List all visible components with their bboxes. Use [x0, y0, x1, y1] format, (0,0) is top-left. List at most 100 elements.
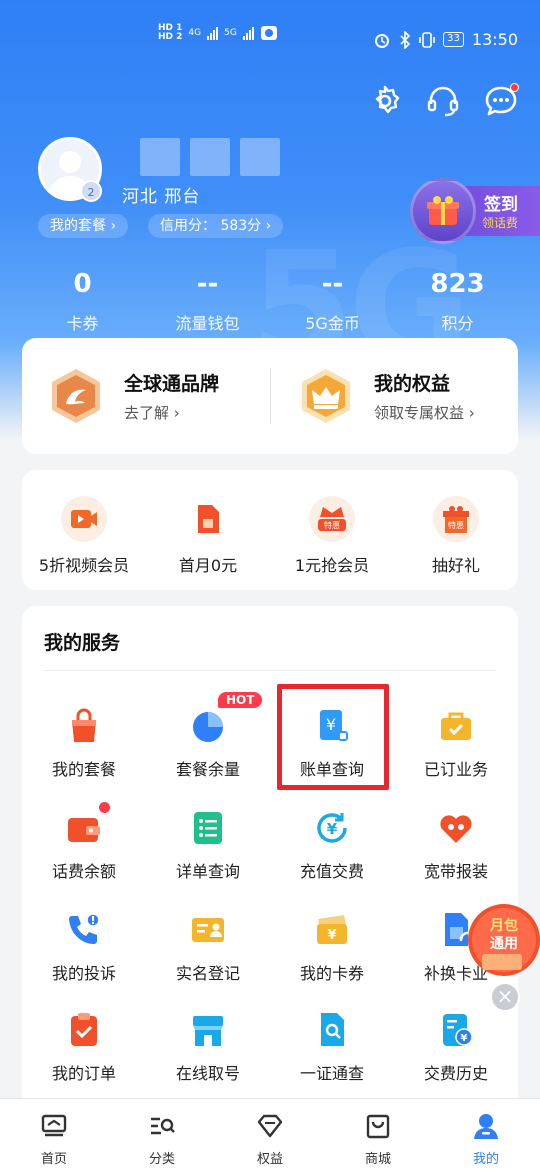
service-detail-query[interactable]: 详单查询	[146, 808, 270, 882]
promo-lucky-draw[interactable]: 特惠 抽好礼	[394, 496, 518, 576]
service-label: 详单查询	[175, 862, 240, 881]
shopping-bag-icon	[366, 1114, 390, 1139]
net1-label: 4G	[188, 28, 202, 38]
id-card-icon	[188, 910, 228, 950]
alarm-icon	[375, 33, 390, 48]
checkin-button[interactable]: 签到 领话费	[410, 178, 540, 244]
close-float-button[interactable]: ×	[490, 982, 520, 1012]
service-subscribed[interactable]: 已订业务	[394, 706, 518, 780]
stat-value: --	[321, 269, 344, 299]
service-label: 交费历史	[423, 1064, 488, 1083]
stat-label: 卡券	[66, 314, 99, 333]
service-my-orders[interactable]: 我的订单	[22, 1010, 146, 1084]
crown-hex-icon	[302, 369, 350, 423]
coupon-icon: ¥	[312, 910, 352, 950]
tab-rights[interactable]: 权益	[216, 1099, 324, 1170]
promo-label: 首月0元	[178, 556, 238, 575]
service-label: 宽带报装	[423, 862, 488, 881]
tab-category[interactable]: 分类	[108, 1099, 216, 1170]
home-icon	[41, 1114, 67, 1137]
my-rights-title: 我的权益	[374, 373, 451, 395]
signal-indicators: HD 1 HD 2 4G 5G	[158, 24, 278, 42]
promo-label: 抽好礼	[431, 556, 480, 575]
user-name-masked	[140, 138, 280, 180]
service-online-queue[interactable]: 在线取号	[146, 1010, 270, 1084]
clipboard-check-icon	[64, 1010, 104, 1050]
hot-badge: HOT	[218, 692, 263, 708]
service-balance[interactable]: 话费余额	[22, 802, 146, 882]
stat-5g-coins[interactable]: -- 5G金币	[270, 266, 395, 334]
diamond-icon	[257, 1114, 283, 1138]
crown-sale-icon: 特惠	[309, 496, 355, 542]
net2-label: 5G	[224, 28, 237, 38]
service-complaint[interactable]: 我的投诉	[22, 910, 146, 984]
divider	[270, 368, 271, 424]
service-recharge[interactable]: ¥ 充值交费	[270, 808, 394, 882]
customer-service-button[interactable]	[426, 84, 460, 118]
service-label: 套餐余量	[175, 760, 240, 779]
settings-button[interactable]	[368, 84, 402, 118]
member-level-badge: 2	[80, 180, 102, 202]
pie-chart-icon	[188, 706, 228, 746]
signal-bars-icon	[242, 26, 254, 40]
svg-text:¥: ¥	[461, 1033, 468, 1044]
promo-card: 5折视频会员 首月0元 特惠 1元抢会员 特惠 抽好礼	[22, 470, 518, 590]
section-title: 我的服务	[44, 632, 121, 654]
tab-label: 首页	[40, 1152, 67, 1167]
my-package-pill[interactable]: 我的套餐 ›	[38, 214, 129, 238]
my-rights-entry[interactable]: 我的权益 领取专属权益 ›	[296, 366, 475, 426]
account-stats: 0 卡券 -- 流量钱包 -- 5G金币 823 积分	[0, 266, 540, 334]
header-actions	[368, 83, 519, 118]
service-label: 我的订单	[51, 1064, 116, 1083]
wallet-icon	[64, 802, 110, 848]
service-label: 实名登记	[175, 964, 240, 983]
service-package-balance[interactable]: 套餐余量	[146, 706, 270, 780]
tab-mine[interactable]: 我的	[432, 1099, 540, 1170]
messages-button[interactable]	[484, 83, 519, 118]
divider	[44, 670, 496, 671]
headset-icon	[427, 86, 459, 117]
service-label: 话费余额	[51, 862, 116, 881]
tab-home[interactable]: 首页	[0, 1099, 108, 1170]
document-search-icon	[312, 1010, 352, 1050]
signal-bars-icon	[207, 26, 219, 40]
stat-data-wallet[interactable]: -- 流量钱包	[145, 266, 270, 334]
tab-label: 商城	[364, 1152, 391, 1167]
category-search-icon	[151, 1117, 175, 1135]
bluetooth-icon	[400, 30, 411, 49]
stat-coupons[interactable]: 0 卡券	[20, 266, 145, 334]
service-label: 我的卡券	[299, 964, 364, 983]
service-broadband[interactable]: 宽带报装	[394, 808, 518, 882]
tab-mall[interactable]: 商城	[324, 1099, 432, 1170]
service-payment-history[interactable]: ¥ 交费历史	[394, 1010, 518, 1084]
brand-card: 全球通品牌 去了解 › 我的权益 领取专属权益 ›	[22, 338, 518, 454]
service-my-coupons[interactable]: ¥ 我的卡券	[270, 910, 394, 984]
list-icon	[188, 808, 228, 848]
service-label: 已订业务	[423, 760, 488, 779]
my-rights-subtitle: 领取专属权益 ›	[374, 404, 475, 422]
global-brand-entry[interactable]: 全球通品牌 去了解 ›	[46, 366, 219, 426]
service-id-check[interactable]: 一证通查	[270, 1010, 394, 1084]
video-icon	[61, 496, 107, 542]
service-label: 在线取号	[175, 1064, 240, 1083]
floating-monthly-pack-promo[interactable]: 月包 通用	[466, 902, 540, 978]
bottom-tab-bar: 首页 分类 权益 商城 我的	[0, 1098, 540, 1170]
svg-text:¥: ¥	[327, 928, 336, 943]
service-my-package[interactable]: 我的套餐	[22, 706, 146, 780]
promo-one-yuan-vip[interactable]: 特惠 1元抢会员	[270, 496, 394, 576]
checkin-title: 签到	[484, 195, 518, 215]
service-label: 一证通查	[299, 1064, 364, 1083]
global-brand-title: 全球通品牌	[124, 373, 220, 395]
credit-score-pill[interactable]: 信用分： 583分 ›	[148, 214, 284, 238]
monthly-pack-badge-icon: 月包 通用	[468, 904, 540, 976]
promo-video-vip[interactable]: 5折视频会员	[22, 496, 146, 576]
stat-points[interactable]: 823 积分	[395, 266, 520, 334]
promo-badge: 特惠	[448, 520, 464, 530]
promo-label: 1元抢会员	[294, 556, 370, 575]
stat-label: 5G金币	[305, 314, 360, 333]
highlight-frame	[277, 684, 389, 790]
payment-history-icon: ¥	[436, 1010, 476, 1050]
service-realname[interactable]: 实名登记	[146, 910, 270, 984]
promo-first-month-free[interactable]: 首月0元	[146, 496, 270, 576]
stat-value: 823	[430, 269, 485, 299]
